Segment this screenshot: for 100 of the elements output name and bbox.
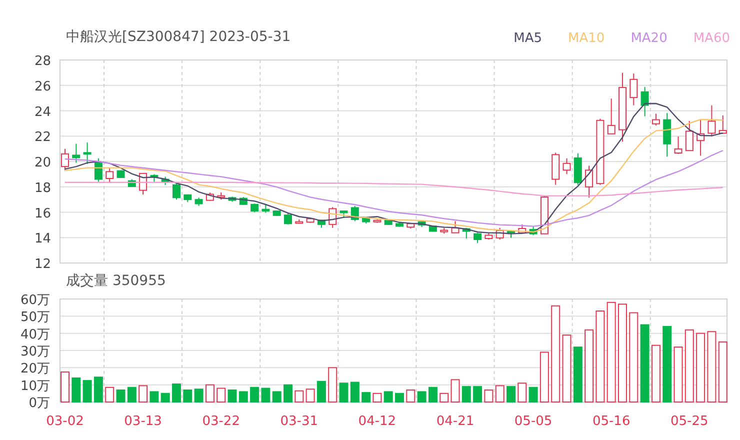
volume-bar [150,391,159,402]
candlestick [596,118,604,186]
axis-label: 16 [34,206,51,222]
candlestick [708,104,716,137]
candlestick [217,192,226,200]
candlestick [350,205,359,222]
candlestick [396,222,404,228]
volume-bar [228,389,237,402]
volume-bar [339,382,348,402]
axis-label: 60万 [20,293,50,308]
axis-label: 03-31 [280,414,318,429]
candlestick [306,217,314,224]
candlestick [262,204,270,214]
volume-bar [94,376,103,402]
candlestick [574,152,582,186]
volume-bar [350,382,360,402]
candlestick [295,218,304,224]
volume-bar [284,384,292,402]
axis-label: 0万 [28,396,50,411]
volume-bar [718,341,728,402]
volume-bar [105,386,114,402]
volume-bar [272,391,282,402]
candlestick [428,225,437,232]
volume-bar [428,386,438,402]
volume-bar [573,346,582,402]
chart-title: 成交量 350955 [66,272,166,291]
volume-bar [540,352,549,402]
legend-label: MA5 [514,30,542,48]
axis-label: 05-16 [592,414,630,429]
candlestick [540,196,548,234]
axis-label: 03-13 [124,414,162,429]
axis-label: 05-25 [670,414,708,429]
axis-label: 22 [34,130,51,146]
candlestick [562,158,571,175]
legend-label: MA10 [568,30,605,48]
volume-bar [506,386,516,402]
candlestick [630,72,638,106]
volume-bar [238,391,248,402]
candlestick [172,182,180,200]
candlestick [72,143,80,164]
axis-label: 03-22 [202,414,240,429]
candlestick [652,113,660,126]
volume-bar [484,389,494,402]
axis-label: 40万 [20,327,50,342]
candlestick [607,98,616,134]
candlestick [518,224,526,234]
volume-bar [562,334,572,402]
legend-label: MA60 [693,30,730,48]
candlestick [362,216,370,224]
candlestick [373,218,382,224]
axis-label: 20 [34,156,51,170]
candlestick [384,219,392,226]
volume-bar [72,377,81,402]
volume-bar [674,346,683,402]
volume-bar [518,382,527,402]
candlestick [640,86,649,117]
candlestick [184,194,192,203]
candlestick [128,178,136,188]
axis-label: 10万 [20,378,50,394]
legend-label: MA20 [630,30,668,48]
candlestick [484,232,493,240]
volume-bar [384,391,393,402]
chart-title: 中船汉光[SZ300847] 2023-05-31 [66,28,291,47]
volume-bar [116,389,126,402]
volume-bar [172,383,181,402]
volume-bar [294,390,304,402]
volume-bar [138,385,148,402]
candlestick [284,213,292,225]
volume-bar [495,385,504,402]
volume-bar [328,367,338,402]
volume-bar [417,391,426,402]
axis-label: 04-12 [358,414,396,429]
candlestick [718,114,727,134]
candlestick [529,226,538,236]
volume-bar [60,371,70,402]
candlestick [83,142,92,165]
candlestick [552,152,560,186]
volume-bar [473,386,482,402]
volume-bar [82,380,92,402]
volume-bar [651,344,660,402]
candlestick [585,165,594,198]
axis-label: 04-21 [436,414,474,429]
candlestick [328,206,337,228]
candlestick [507,230,515,238]
candlestick [150,174,158,182]
volume-bar [707,331,716,402]
candlestick [161,176,170,186]
candlestick [418,220,426,228]
candlestick [685,120,694,152]
volume-bar [450,379,460,402]
volume-bar [696,332,706,402]
axis-label: 03-02 [46,414,84,429]
candlestick [272,210,281,217]
volume-bar [261,388,270,402]
candlestick [462,227,470,240]
volume-bar [205,384,214,402]
volume-bar [306,388,315,402]
volume-bar [362,392,371,402]
candlestick [406,222,415,229]
candlestick [116,170,125,178]
